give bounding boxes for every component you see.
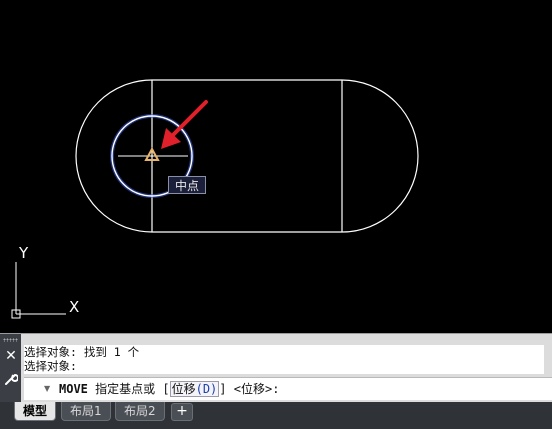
command-history: 选择对象: 找到 1 个 选择对象: [24,345,544,374]
command-prompt: MOVE 指定基点或 [位移(D)] <位移>: [59,381,279,397]
option-displacement[interactable]: 位移(D) [169,381,220,397]
command-prompt-text: 指定基点或 [ [87,382,170,396]
snap-tooltip: 中点 [168,176,206,194]
tab-model[interactable]: 模型 [14,402,57,421]
layout-tabs-bar: 模型 布局1 布局2 + [0,402,552,429]
command-line-panel: ✕ 选择对象: 找到 1 个 选择对象: ▼ MOVE 指定基点或 [位移(D)… [0,333,552,403]
wrench-icon[interactable] [4,372,18,386]
command-history-line: 选择对象: 找到 1 个 [24,345,140,359]
command-line-sidebar: ✕ [0,334,21,403]
command-name: MOVE [59,382,88,396]
command-history-line: 选择对象: [24,359,77,373]
drawing-geometry [11,79,419,319]
option-key: (D) [195,382,218,396]
option-label: 位移 [171,382,196,396]
drawing-canvas[interactable]: 中点 Y X [0,0,552,333]
command-input[interactable]: ▼ MOVE 指定基点或 [位移(D)] <位移>: [24,377,552,400]
ucs-x-label: X [69,298,80,316]
annotation-arrow-icon [161,100,208,149]
close-icon[interactable]: ✕ [4,349,18,363]
add-layout-button[interactable]: + [171,403,193,421]
tab-layout1[interactable]: 布局1 [61,402,111,421]
ucs-y-label: Y [19,244,29,262]
tab-layout2[interactable]: 布局2 [115,402,165,421]
drag-grip-icon[interactable] [3,338,18,342]
command-prompt-tail: ] <位移>: [219,382,280,396]
ucs-icon [11,262,66,319]
command-dropdown-icon[interactable]: ▼ [44,384,50,393]
